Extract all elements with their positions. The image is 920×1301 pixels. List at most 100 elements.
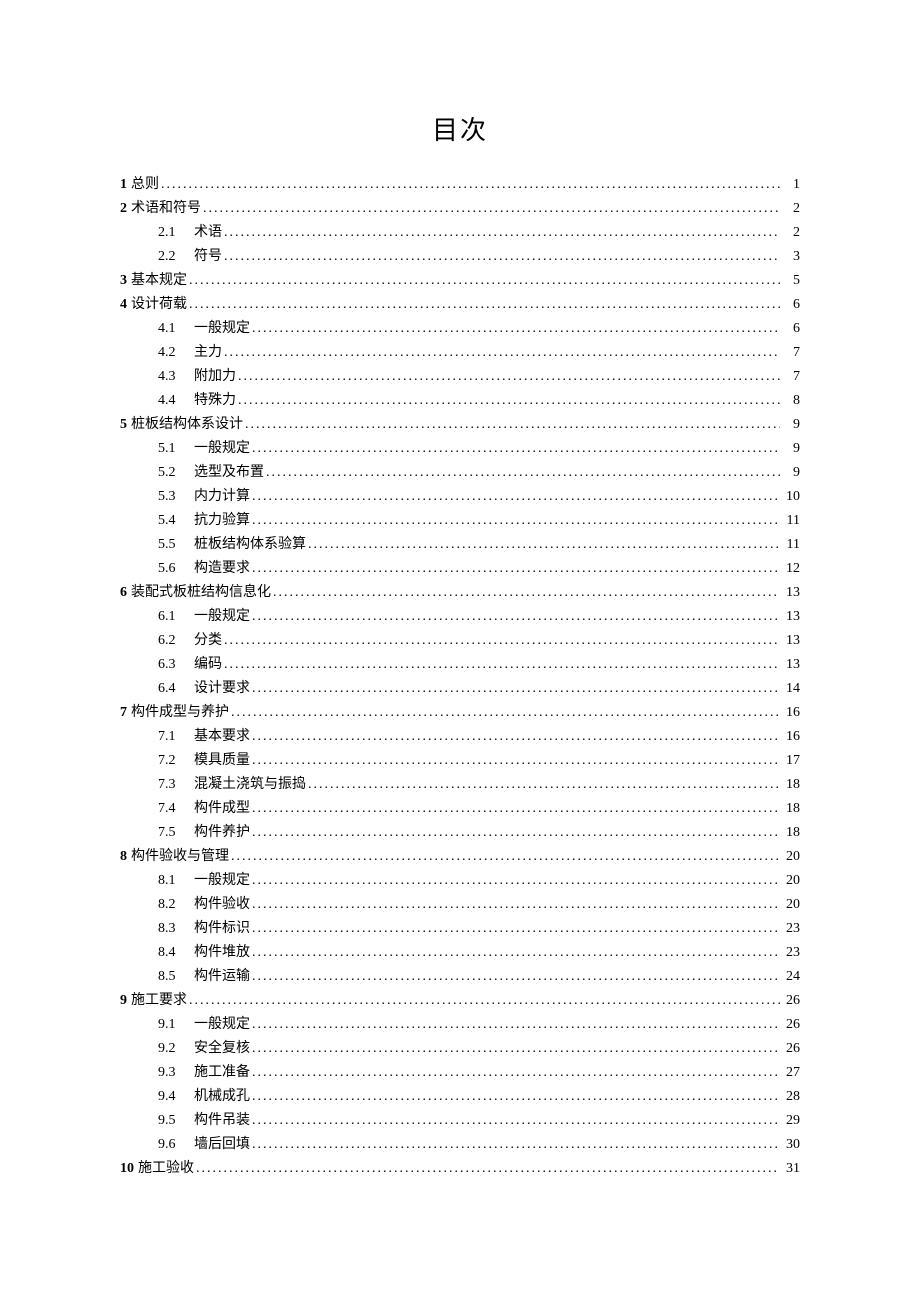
toc-leader-dots: [252, 317, 780, 341]
toc-entry-label: 选型及布置: [194, 461, 264, 485]
toc-entry-page: 17: [782, 749, 800, 773]
toc-entry-page: 9: [782, 461, 800, 485]
toc-leader-dots: [231, 845, 780, 869]
toc-entry-page: 23: [782, 917, 800, 941]
toc-entry-page: 2: [782, 197, 800, 221]
toc-entry: 8.1一般规定 20: [120, 869, 800, 893]
toc-entry-page: 6: [782, 317, 800, 341]
toc-entry: 2.2符号3: [120, 245, 800, 269]
toc-entry: 10施工验收31: [120, 1157, 800, 1181]
toc-entry-page: 18: [782, 797, 800, 821]
toc-entry: 7.5构件养护18: [120, 821, 800, 845]
toc-leader-dots: [252, 1037, 780, 1061]
toc-entry-page: 18: [782, 821, 800, 845]
toc-entry-page: 1: [782, 173, 800, 197]
toc-entry-label: 构件验收: [194, 893, 250, 917]
toc-entry-page: 28: [782, 1085, 800, 1109]
toc-leader-dots: [224, 341, 780, 365]
toc-entry-page: 14: [782, 677, 800, 701]
toc-entry-label: 基本要求: [194, 725, 250, 749]
toc-entry-page: 3: [782, 245, 800, 269]
toc-entry-page: 26: [782, 1037, 800, 1061]
toc-entry: 7构件成型与养护16: [120, 701, 800, 725]
toc-entry-page: 9: [782, 437, 800, 461]
toc-entry-label: 构件养护: [194, 821, 250, 845]
toc-entry-number: 5.6: [158, 557, 194, 581]
toc-entry: 7.4构件成型18: [120, 797, 800, 821]
toc-entry-label: 机械成孔: [194, 1085, 250, 1109]
toc-entry: 6.1一般规定13: [120, 605, 800, 629]
toc-entry-page: 16: [782, 725, 800, 749]
toc-entry-label: 特殊力: [194, 389, 236, 413]
toc-entry: 7.2模具质量17: [120, 749, 800, 773]
toc-leader-dots: [252, 1061, 780, 1085]
toc-entry-page: 13: [782, 653, 800, 677]
toc-leader-dots: [252, 821, 780, 845]
toc-entry-label: 编码: [194, 653, 222, 677]
toc-entry: 6装配式板桩结构信息化13: [120, 581, 800, 605]
toc-entry-number: 8.1: [158, 869, 194, 893]
toc-entry-page: 20: [782, 869, 800, 893]
toc-entry: 2.1术语2: [120, 221, 800, 245]
toc-entry-page: 26: [782, 1013, 800, 1037]
toc-entry-number: 9: [120, 989, 127, 1013]
toc-entry-label: 一般规定: [194, 869, 250, 893]
toc-leader-dots: [189, 269, 780, 293]
toc-entry-number: 7.4: [158, 797, 194, 821]
toc-entry-number: 2.1: [158, 221, 194, 245]
toc-entry-label: 内力计算: [194, 485, 250, 509]
toc-entry: 8.3构件标识23: [120, 917, 800, 941]
toc-entry-label: 主力: [194, 341, 222, 365]
toc-entry-label: 构件运输: [194, 965, 250, 989]
toc-entry-page: 20: [782, 845, 800, 869]
toc-entry: 2术语和符号2: [120, 197, 800, 221]
toc-entry: 8构件验收与管理20: [120, 845, 800, 869]
toc-entry: 9.3施工准备27: [120, 1061, 800, 1085]
toc-entry: 5.3内力计算10: [120, 485, 800, 509]
toc-leader-dots: [252, 965, 780, 989]
toc-entry-label: 设计要求: [194, 677, 250, 701]
toc-entry: 5.2选型及布置 9: [120, 461, 800, 485]
toc-entry-number: 7.2: [158, 749, 194, 773]
toc-entry-label: 总则: [131, 173, 159, 197]
toc-leader-dots: [224, 653, 780, 677]
toc-entry: 5.1一般规定9: [120, 437, 800, 461]
toc-leader-dots: [252, 437, 780, 461]
toc-leader-dots: [252, 485, 780, 509]
toc-entry-page: 13: [782, 629, 800, 653]
toc-entry: 4.3附加力7: [120, 365, 800, 389]
toc-list: 1总则12术语和符号22.1术语22.2符号33基本规定54设计荷载64.1一般…: [120, 173, 800, 1181]
toc-entry-number: 9.1: [158, 1013, 194, 1037]
toc-entry-page: 8: [782, 389, 800, 413]
toc-entry-label: 构件吊装: [194, 1109, 250, 1133]
toc-entry-page: 9: [782, 413, 800, 437]
toc-entry-label: 混凝土浇筑与振捣: [194, 773, 306, 797]
toc-entry-label: 桩板结构体系验算: [194, 533, 306, 557]
toc-entry-label: 附加力: [194, 365, 236, 389]
toc-entry-number: 5.4: [158, 509, 194, 533]
toc-leader-dots: [308, 533, 780, 557]
toc-entry-page: 20: [782, 893, 800, 917]
toc-entry-page: 23: [782, 941, 800, 965]
toc-entry: 7.1基本要求16: [120, 725, 800, 749]
toc-entry-number: 1: [120, 173, 127, 197]
toc-entry-page: 6: [782, 293, 800, 317]
toc-entry: 5.5桩板结构体系验算11: [120, 533, 800, 557]
toc-leader-dots: [252, 557, 780, 581]
toc-leader-dots: [189, 989, 780, 1013]
toc-entry-page: 11: [782, 509, 800, 533]
toc-entry-number: 6.3: [158, 653, 194, 677]
toc-entry-label: 一般规定: [194, 605, 250, 629]
toc-entry-number: 9.2: [158, 1037, 194, 1061]
toc-entry-number: 4.1: [158, 317, 194, 341]
toc-leader-dots: [252, 869, 780, 893]
toc-entry-label: 施工验收: [138, 1157, 194, 1181]
toc-entry: 6.3编码 13: [120, 653, 800, 677]
toc-page: 目次 1总则12术语和符号22.1术语22.2符号33基本规定54设计荷载64.…: [0, 0, 920, 1271]
toc-entry-number: 5.2: [158, 461, 194, 485]
toc-entry-number: 2: [120, 197, 127, 221]
toc-entry: 4设计荷载6: [120, 293, 800, 317]
toc-leader-dots: [252, 893, 780, 917]
toc-entry-label: 分类: [194, 629, 222, 653]
toc-entry-page: 7: [782, 341, 800, 365]
